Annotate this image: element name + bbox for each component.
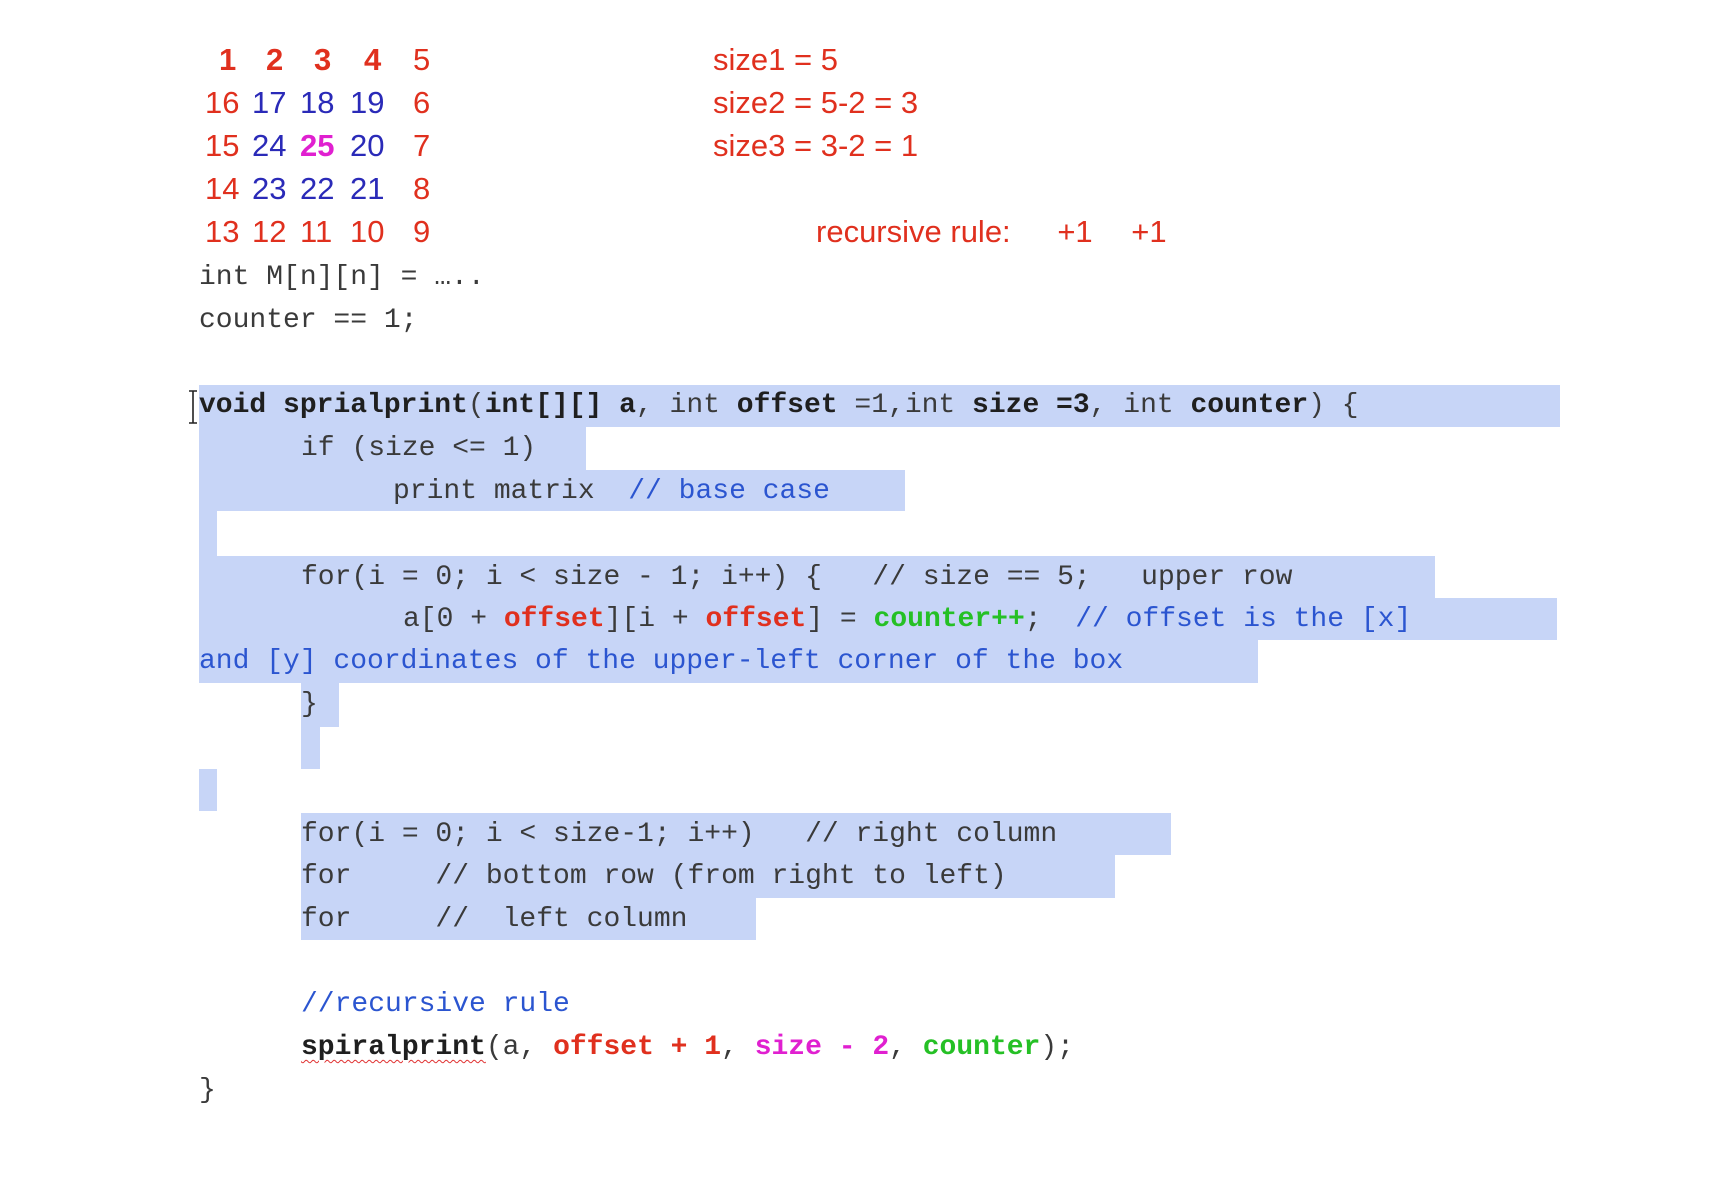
code-line-for-bottom: for // bottom row (from right to left) — [301, 861, 1007, 892]
paren-brace: ) { — [1308, 390, 1359, 421]
selection-highlight — [301, 727, 320, 769]
size2-note: size2 = 5-2 = 3 — [713, 85, 919, 120]
matrix-cell: 8 — [413, 171, 431, 206]
matrix-cell: 5 — [413, 42, 431, 77]
code-line-if: if (size <= 1) — [301, 433, 537, 464]
for-stmt: for(i = 0; i < size - 1; i++) { — [301, 562, 873, 593]
matrix-cell: 6 — [413, 85, 431, 120]
assign-op: ] = — [806, 604, 874, 635]
offset-var: offset — [503, 604, 605, 635]
selection-highlight — [199, 769, 217, 811]
selection-highlight — [199, 511, 217, 556]
call-counter-arg: counter — [922, 1032, 1041, 1063]
matrix-cell: 20 — [350, 128, 385, 163]
param-counter: counter — [1190, 390, 1309, 421]
document-page: 1 2 3 4 5 16 17 18 19 6 15 24 25 20 7 14 23 22 21 8 13 12 11 10… — [0, 0, 1724, 1178]
default-value: =3 — [1039, 390, 1090, 421]
comma: , — [1089, 390, 1124, 421]
param-size: size — [972, 390, 1040, 421]
semicolon: ; — [1024, 604, 1076, 635]
code-line-for-right: for(i = 0; i < size-1; i++) // right col… — [301, 819, 1058, 850]
code-line-assign: a[0 + offset][i + offset] = counter++; /… — [403, 598, 1411, 641]
comment-offset: // offset is the [x] — [1075, 604, 1412, 635]
code-line-close-brace: } — [301, 689, 318, 720]
matrix-cell: 7 — [413, 128, 431, 163]
counter-increment: counter++ — [873, 604, 1025, 635]
default-value: =1, — [837, 390, 905, 421]
call-end: ); — [1040, 1032, 1074, 1063]
text-cursor-icon — [189, 390, 197, 424]
size1-note: size1 = 5 — [713, 42, 838, 77]
code-line-print: print matrix // base case — [393, 470, 830, 513]
matrix-cell: 2 — [266, 42, 284, 77]
code-line-signature: void sprialprint(int[][] a, int offset =… — [199, 384, 1359, 427]
param-offset: offset — [736, 390, 838, 421]
matrix-cell: 19 — [350, 85, 385, 120]
code-line-counter-init: counter == 1; — [199, 305, 418, 336]
code-line-matrix-decl: int M[n][n] = ….. — [199, 262, 485, 293]
call-function-name: spiralprint — [301, 1032, 486, 1063]
call-offset-arg: offset + 1 — [553, 1032, 722, 1063]
recursive-rule-note: recursive rule: +1 +1 — [816, 210, 1167, 253]
param-type: int — [904, 390, 973, 421]
code-line-final-brace: } — [199, 1075, 216, 1106]
comma: , — [635, 390, 670, 421]
recursive-rule-second-increment: +1 — [1131, 214, 1167, 249]
matrix-cell: 10 — [350, 214, 385, 249]
offset-var: offset — [705, 604, 807, 635]
matrix-cell: 12 — [252, 214, 287, 249]
matrix-cell: 21 — [350, 171, 385, 206]
matrix-cell: 14 — [205, 171, 240, 206]
paren: ( — [467, 390, 485, 421]
comment-base-case: // base case — [628, 476, 830, 507]
param-type: int — [669, 390, 737, 421]
code-line-for-upper: for(i = 0; i < size - 1; i++) { // size … — [301, 556, 1292, 599]
matrix-cell: 9 — [413, 214, 431, 249]
array-access: ][i + — [604, 604, 706, 635]
matrix-cell: 25 — [300, 128, 335, 163]
matrix-cell: 1 — [219, 42, 237, 77]
recursive-rule-offset-increment: +1 — [1057, 214, 1093, 249]
code-line-recursive-call: spiralprint(a, offset + 1, size - 2, cou… — [301, 1026, 1074, 1069]
call-args: (a, — [485, 1032, 554, 1063]
matrix-cell: 4 — [364, 42, 382, 77]
recursive-rule-label: recursive rule: — [816, 214, 1011, 249]
kw-void: void — [199, 390, 267, 421]
size3-note: size3 = 3-2 = 1 — [713, 128, 919, 163]
param-a: a — [619, 390, 636, 421]
matrix-cell: 22 — [300, 171, 335, 206]
matrix-cell: 16 — [205, 85, 240, 120]
matrix-cell: 3 — [314, 42, 332, 77]
matrix-cell: 11 — [300, 214, 333, 249]
matrix-cell: 24 — [252, 128, 287, 163]
param-type: int — [1123, 390, 1191, 421]
matrix-cell: 18 — [300, 85, 335, 120]
code-line-recursive-comment: //recursive rule — [301, 989, 570, 1020]
array-access: a[0 + — [403, 604, 504, 635]
matrix-cell: 17 — [252, 85, 287, 120]
function-name: sprialprint — [283, 390, 468, 421]
print-stmt: print matrix — [393, 476, 629, 507]
comma: , — [721, 1032, 755, 1063]
matrix-cell: 13 — [205, 214, 240, 249]
code-line-comment-continued: and [y] coordinates of the upper-left co… — [199, 646, 1124, 677]
call-size-arg: size - 2 — [754, 1032, 890, 1063]
size-notes: size1 = 5 size2 = 5-2 = 3 size3 = 3-2 = … — [713, 38, 918, 167]
matrix-cell: 23 — [252, 171, 287, 206]
comment-upper-row: // size == 5; upper row — [872, 562, 1293, 593]
code-line-for-left: for // left column — [301, 904, 688, 935]
param-type: int[][] — [484, 390, 603, 421]
comma: , — [889, 1032, 923, 1063]
matrix-cell: 15 — [205, 128, 240, 163]
